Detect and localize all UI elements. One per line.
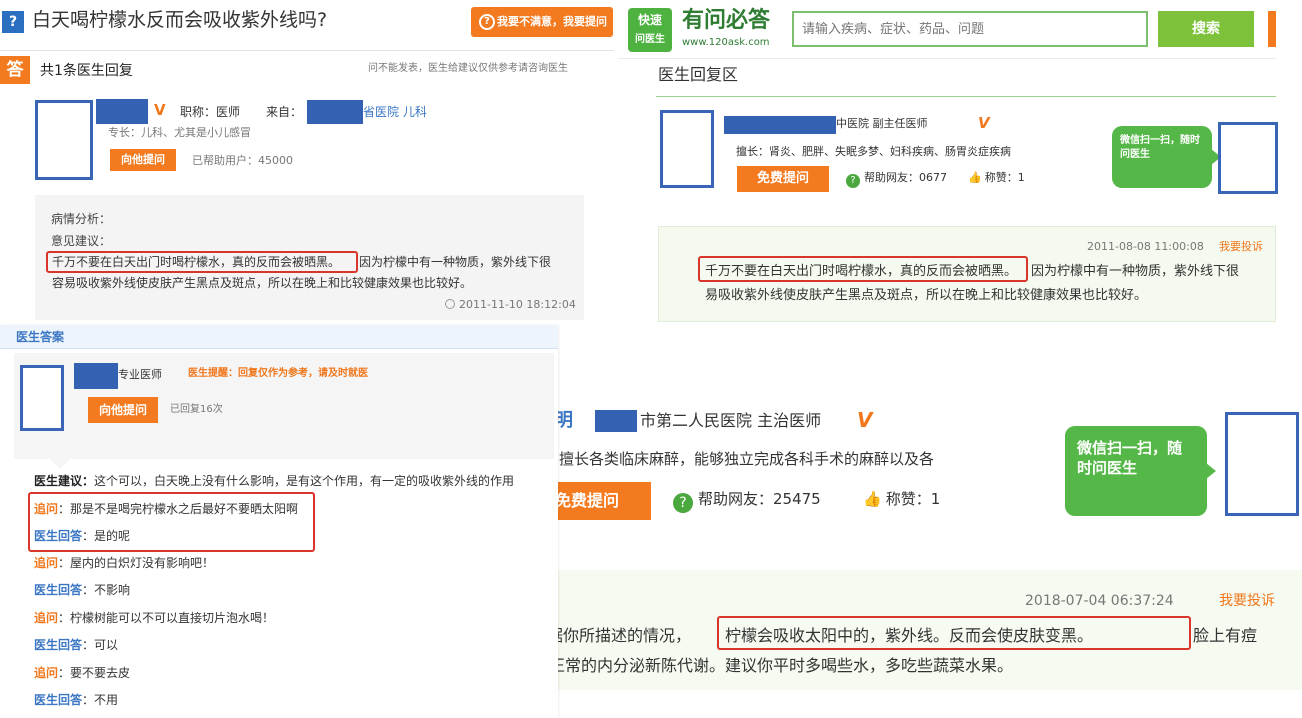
- doctor-name-redacted: [96, 99, 148, 124]
- answer-time: 2018-07-04 06:37:24: [1025, 593, 1174, 609]
- chat-item: 医生回答：不影响: [34, 583, 131, 597]
- card-pointer: [50, 459, 70, 469]
- search-edge: [1268, 11, 1276, 47]
- doctor-avatar[interactable]: [20, 365, 64, 431]
- doctor-specialty: 专长：儿科、尤其是小儿感冒: [108, 126, 251, 139]
- thumbs-up-icon: 👍: [863, 490, 882, 508]
- doctor-hospital: 市第二人民医院 主治医师: [640, 411, 822, 430]
- analysis-label: 病情分析：: [51, 212, 112, 226]
- section-underline: [656, 96, 1276, 97]
- reply-count: 已回复16次: [170, 404, 223, 415]
- highlight-box: [698, 256, 1028, 282]
- doctor-avatar[interactable]: [660, 110, 714, 188]
- doctor-hospital: 中医院 副主任医师: [836, 117, 928, 130]
- ask-doctor-button[interactable]: 向他提问: [88, 397, 158, 423]
- ask-doctor-button[interactable]: 向他提问: [110, 149, 176, 171]
- advice-label: 意见建议：: [51, 234, 112, 248]
- wechat-bubble[interactable]: 微信扫一扫，随时问医生: [1112, 126, 1221, 188]
- answer-time: 2011-11-10 18:12:04: [445, 299, 576, 310]
- praise-count: 👍 称赞：1: [968, 171, 1025, 184]
- highlight-box: [717, 616, 1191, 650]
- doctor-specialty: 擅长：肾炎、肥胖、失眠多梦、妇科疾病、肠胃炎症疾病: [736, 145, 1011, 158]
- verified-icon: V: [978, 114, 990, 132]
- doctor-name-redacted: [595, 410, 637, 432]
- search-button[interactable]: 搜索: [1158, 11, 1254, 47]
- helped-count: 已帮助用户：45000: [192, 154, 293, 167]
- clock-icon: [445, 299, 455, 309]
- ask-button[interactable]: ? 我要不满意，我要提问: [471, 7, 613, 37]
- answer-line-2: 容易吸收紫外线使皮肤产生黑点及斑点，所以在晚上和比较健康效果也比较好。: [52, 276, 473, 290]
- chat-item: 医生回答：不用: [34, 693, 119, 707]
- doctor-role: 职称：医师: [180, 105, 241, 119]
- reply-count: 共1条医生回复: [40, 63, 133, 79]
- answer-line-1: 因为柠檬中有一种物质，紫外线下很: [359, 255, 552, 269]
- question-circle-icon: ?: [673, 493, 693, 513]
- doctor-name-redacted: [74, 363, 118, 389]
- report-link[interactable]: 我要投诉: [1219, 594, 1275, 608]
- qr-code[interactable]: [1225, 412, 1299, 516]
- helped-count: ? 帮助网友：25475: [673, 492, 821, 513]
- hospital-link[interactable]: 省医院 儿科: [363, 106, 427, 118]
- chat-item: 追问：屋内的白炽灯没有影响吧！: [34, 556, 215, 570]
- answer-line-1: 因为柠檬中有一种物质，紫外线下很: [1031, 264, 1240, 279]
- brand-name: 有问必答: [682, 8, 771, 33]
- panel-doctor-answer: 医生答案 专业医师 医生提醒：回复仅作为参考，请及时就医 向他提问 已回复16次…: [0, 325, 558, 718]
- wechat-bubble[interactable]: 微信扫一扫，随时问医生: [1065, 426, 1216, 516]
- brand-url: www.120ask.com: [682, 37, 770, 48]
- qr-code[interactable]: [1218, 122, 1278, 194]
- doctor-specialty: 擅长各类临床麻醉，能够独立完成各科手术的麻醉以及各: [559, 450, 935, 468]
- hospital-redacted: [307, 100, 363, 124]
- verified-icon: V: [857, 408, 873, 432]
- answer-pre: 据你所描述的情况，: [555, 626, 692, 645]
- hospital-label: 来自：: [266, 105, 303, 119]
- helped-count: ? 帮助网友：0677: [846, 172, 947, 188]
- divider: [618, 58, 1276, 59]
- question-title: 白天喝柠檬水反而会吸收紫外线吗?: [32, 9, 328, 31]
- doctor-title: 专业医师: [118, 368, 162, 381]
- panel-doctor-card: 明 市第二人民医院 主治医师 V 擅长各类临床麻醉，能够独立完成各科手术的麻醉以…: [555, 380, 1302, 718]
- doctor-name-redacted: [724, 116, 836, 134]
- chat-item: 追问：柠檬树能可以不可以直接切片泡水喝！: [34, 611, 275, 625]
- section-title: 医生回复区: [658, 65, 739, 84]
- thumbs-up-icon: 👍: [968, 171, 982, 184]
- answer-post: 脸上有痘: [1193, 626, 1258, 645]
- verified-icon: V: [154, 101, 166, 119]
- site-logo-icon: ?: [2, 11, 24, 33]
- divider: [0, 50, 614, 51]
- free-ask-button[interactable]: 免费提问: [555, 482, 651, 520]
- answer-line-2: 易吸收紫外线使皮肤产生黑点及斑点，所以在晚上和比较健康效果也比较好。: [705, 288, 1148, 303]
- question-mark-icon: ?: [479, 14, 495, 30]
- doctor-avatar[interactable]: [35, 100, 93, 180]
- brand-logo: 快速 问医生: [628, 8, 672, 52]
- answer-time: 2011-08-08 11:00:08: [1087, 240, 1204, 253]
- reply-note: 问不能发表，医生给建议仅供参考请咨询医生: [368, 63, 568, 74]
- report-link[interactable]: 我要投诉: [1219, 241, 1263, 252]
- panel-120ask: 快速 问医生 有问必答 www.120ask.com 搜索 医生回复区 中医院 …: [618, 0, 1302, 325]
- chat-item: 追问：要不要去皮: [34, 666, 131, 680]
- question-circle-icon: ?: [846, 174, 860, 188]
- answer-badge: 答: [0, 56, 30, 84]
- free-ask-button[interactable]: 免费提问: [737, 166, 829, 192]
- search-input[interactable]: [792, 11, 1148, 47]
- section-title: 医生答案: [16, 330, 65, 344]
- highlight-box: [46, 251, 358, 273]
- answer-line-2: 正常的内分泌新陈代谢。建议你平时多喝些水，多吃些蔬菜水果。: [555, 656, 1014, 675]
- header-bar: [0, 325, 558, 349]
- praise-count: 👍 称赞：1: [863, 490, 941, 508]
- advice-text: 医生建议：这个可以，白天晚上没有什么影响，是有这个作用，有一定的吸收紫外线的作用: [34, 474, 515, 488]
- chat-item: 医生回答：可以: [34, 638, 119, 652]
- doctor-reminder: 医生提醒：回复仅作为参考，请及时就医: [188, 368, 368, 379]
- highlight-box: [28, 492, 315, 552]
- panel-question-page: ? 白天喝柠檬水反而会吸收紫外线吗? ? 我要不满意，我要提问 答 共1条医生回…: [0, 0, 614, 325]
